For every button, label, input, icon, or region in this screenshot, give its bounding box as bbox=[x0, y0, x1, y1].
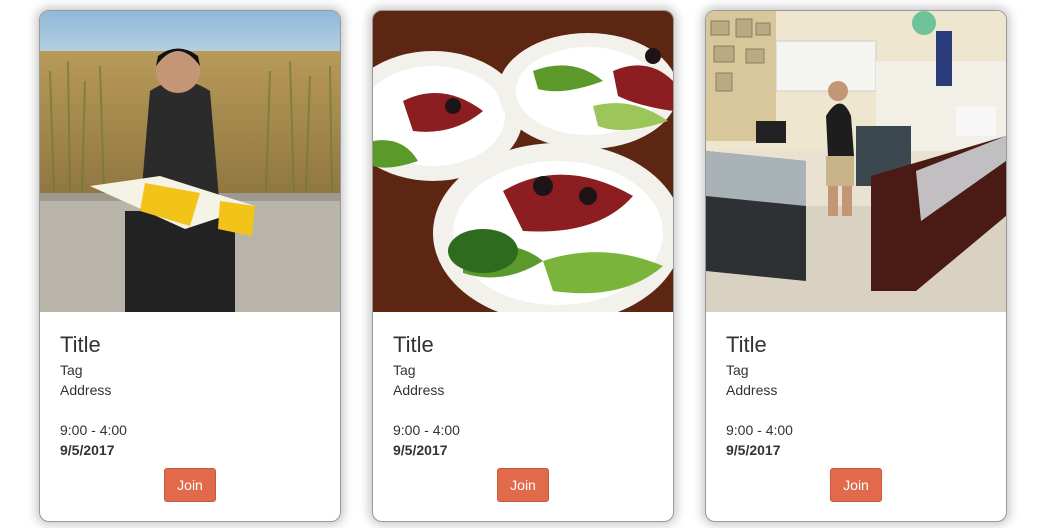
card-time: 9:00 - 4:00 bbox=[726, 422, 793, 438]
card-body: Title Tag Address 9:00 - 4:00 9/5/2017 bbox=[393, 330, 653, 460]
event-card: Title Tag Address 9:00 - 4:00 9/5/2017 J… bbox=[372, 10, 674, 522]
card-tag: Tag bbox=[726, 362, 749, 378]
card-tag: Tag bbox=[393, 362, 416, 378]
join-button[interactable]: Join bbox=[164, 468, 216, 502]
card-body: Title Tag Address 9:00 - 4:00 9/5/2017 bbox=[60, 330, 320, 460]
card-body: Title Tag Address 9:00 - 4:00 9/5/2017 bbox=[726, 330, 986, 460]
card-time: 9:00 - 4:00 bbox=[393, 422, 460, 438]
join-button[interactable]: Join bbox=[830, 468, 882, 502]
card-date: 9/5/2017 bbox=[393, 442, 448, 458]
card-title: Title bbox=[393, 332, 434, 357]
card-address: Address bbox=[726, 382, 778, 398]
join-button[interactable]: Join bbox=[497, 468, 549, 502]
card-image-store-interior bbox=[706, 11, 1006, 312]
card-address: Address bbox=[60, 382, 112, 398]
card-date: 9/5/2017 bbox=[726, 442, 781, 458]
card-image-person-reading-map bbox=[40, 11, 340, 312]
card-tag: Tag bbox=[60, 362, 83, 378]
card-date: 9/5/2017 bbox=[60, 442, 115, 458]
card-title: Title bbox=[60, 332, 101, 357]
card-image-food-plates bbox=[373, 11, 673, 312]
card-time: 9:00 - 4:00 bbox=[60, 422, 127, 438]
card-title: Title bbox=[726, 332, 767, 357]
event-card: Title Tag Address 9:00 - 4:00 9/5/2017 J… bbox=[39, 10, 341, 522]
event-card: Title Tag Address 9:00 - 4:00 9/5/2017 J… bbox=[705, 10, 1007, 522]
card-address: Address bbox=[393, 382, 445, 398]
